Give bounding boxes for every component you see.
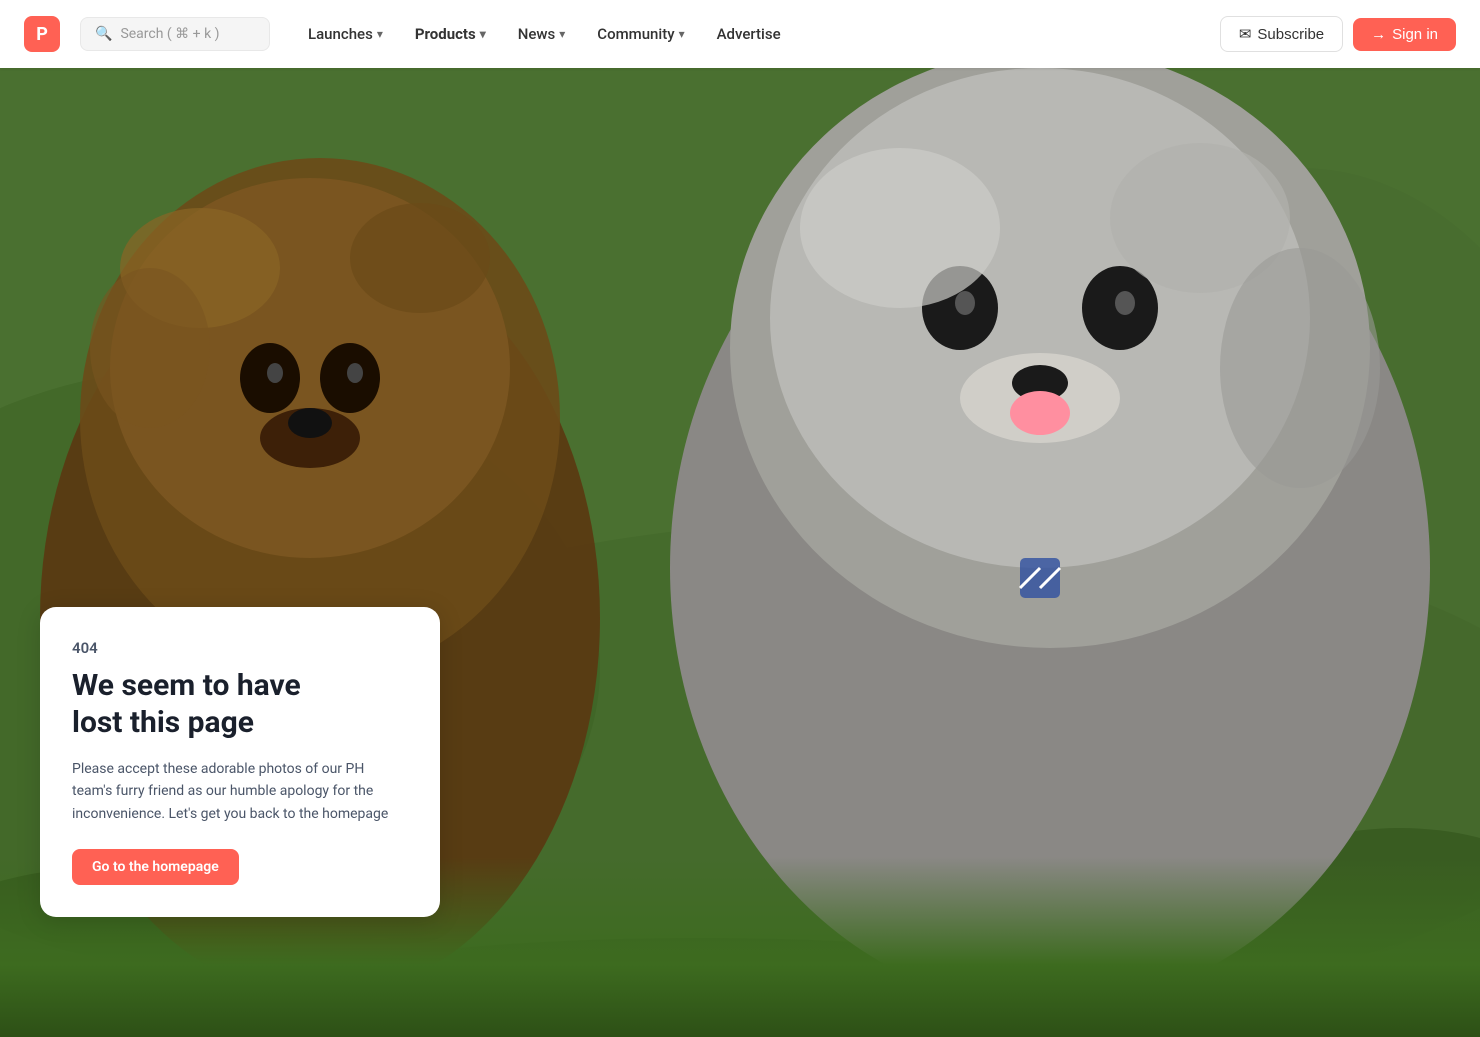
search-icon: 🔍: [95, 26, 112, 42]
nav-links: Launches ▾ Products ▾ News ▾ Community ▾…: [294, 17, 1212, 51]
nav-products-label: Products: [415, 25, 476, 43]
nav-community-label: Community: [597, 25, 674, 43]
error-title-line1: We seem to have: [72, 668, 301, 703]
logo-link[interactable]: P: [24, 16, 60, 52]
go-to-homepage-button[interactable]: Go to the homepage: [72, 849, 239, 885]
nav-right-actions: ✉ Subscribe → Sign in: [1220, 16, 1456, 52]
product-hunt-logo: P: [24, 16, 60, 52]
subscribe-icon: ✉: [1239, 25, 1252, 43]
nav-item-advertise[interactable]: Advertise: [703, 17, 795, 51]
chevron-down-icon: ▾: [559, 27, 565, 41]
nav-launches-label: Launches: [308, 25, 373, 43]
nav-advertise-label: Advertise: [717, 25, 781, 43]
search-bar[interactable]: 🔍 Search ( ⌘ + k ): [80, 17, 270, 51]
chevron-down-icon: ▾: [377, 27, 383, 41]
nav-item-news[interactable]: News ▾: [504, 17, 580, 51]
homepage-button-label: Go to the homepage: [92, 859, 219, 875]
signin-button[interactable]: → Sign in: [1353, 18, 1456, 51]
search-input-placeholder: Search ( ⌘ + k ): [120, 26, 219, 42]
nav-item-launches[interactable]: Launches ▾: [294, 17, 397, 51]
signin-label: Sign in: [1392, 26, 1438, 43]
subscribe-button[interactable]: ✉ Subscribe: [1220, 16, 1343, 52]
signin-icon: →: [1371, 26, 1386, 43]
error-code: 404: [72, 639, 408, 657]
error-title: We seem to have lost this page: [72, 667, 408, 742]
error-title-line2: lost this page: [72, 705, 254, 740]
nav-item-products[interactable]: Products ▾: [401, 17, 500, 51]
navbar: P 🔍 Search ( ⌘ + k ) Launches ▾ Products…: [0, 0, 1480, 68]
hero-background: 404 We seem to have lost this page Pleas…: [0, 68, 1480, 1037]
nav-news-label: News: [518, 25, 556, 43]
chevron-down-icon: ▾: [480, 27, 486, 41]
nav-item-community[interactable]: Community ▾: [583, 17, 698, 51]
subscribe-label: Subscribe: [1257, 26, 1324, 43]
error-description: Please accept these adorable photos of o…: [72, 758, 408, 825]
error-card: 404 We seem to have lost this page Pleas…: [40, 607, 440, 917]
chevron-down-icon: ▾: [679, 27, 685, 41]
